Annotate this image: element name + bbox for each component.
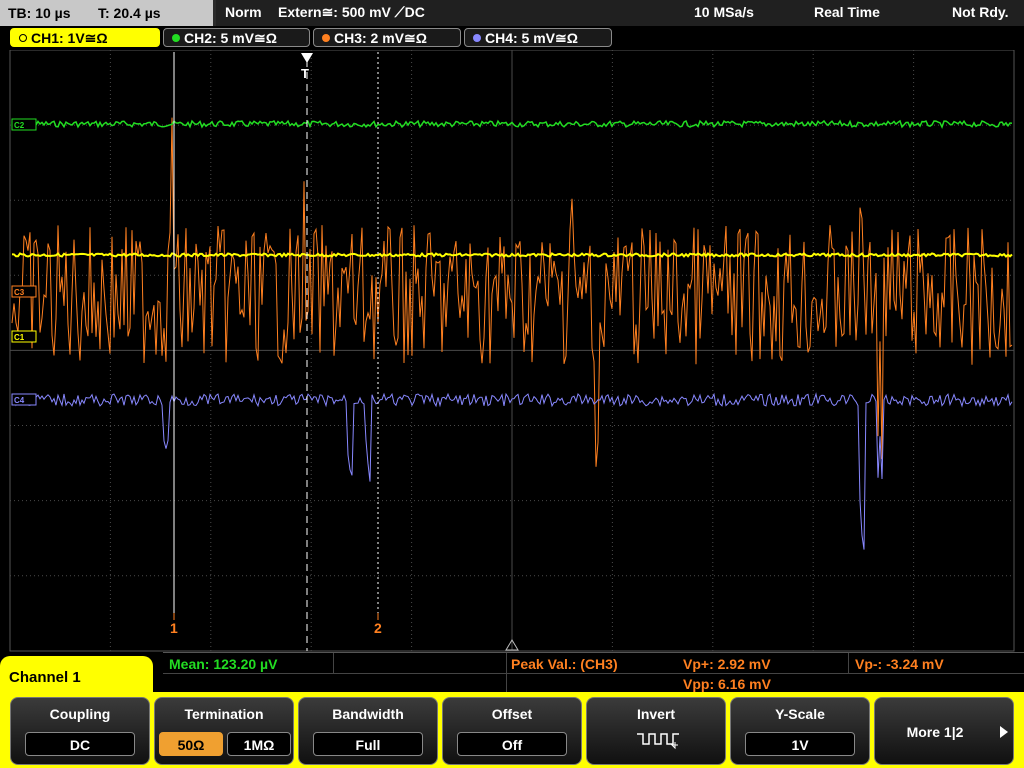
offset-softkey[interactable]: Offset Off xyxy=(442,697,582,765)
tab-ch2[interactable]: CH2: 5 mV≅Ω xyxy=(163,28,310,47)
run-status: Not Rdy. xyxy=(952,4,1009,20)
status-bar: TB: 10 µs T: 20.4 µs Norm Extern≅: 500 m… xyxy=(0,0,1024,26)
channel-tabs: CH1: 1V≅Ω CH2: 5 mV≅Ω CH3: 2 mV≅Ω CH4: 5… xyxy=(0,26,1024,50)
yscale-value[interactable]: 1V xyxy=(745,732,855,756)
invert-label: Invert xyxy=(636,706,676,722)
bandwidth-label: Bandwidth xyxy=(332,706,404,722)
invert-waveform-icon xyxy=(637,733,679,750)
ch2-marker-text: C2 xyxy=(14,121,25,130)
vp-plus-readout: Vp+: 2.92 mV xyxy=(683,656,771,672)
tab-ch2-label: CH2: 5 mV≅Ω xyxy=(184,30,277,46)
yscale-label: Y-Scale xyxy=(775,706,825,722)
peak-value-title: Peak Val.: (CH3) xyxy=(511,656,618,672)
ch2-offset-marker[interactable]: C2 xyxy=(11,118,37,131)
acquisition-mode: Real Time xyxy=(814,4,880,20)
cursor-2-label: 2 xyxy=(374,620,382,636)
termination-1m-ohm-option[interactable]: 1MΩ xyxy=(227,732,291,756)
tab-ch1[interactable]: CH1: 1V≅Ω xyxy=(10,28,160,47)
tab-ch4[interactable]: CH4: 5 mV≅Ω xyxy=(464,28,612,47)
vpp-readout: Vpp: 6.16 mV xyxy=(683,676,771,692)
tab-ch3-label: CH3: 2 mV≅Ω xyxy=(334,30,427,46)
timebase-readout: TB: 10 µs xyxy=(8,5,71,21)
ch4-indicator-icon xyxy=(473,34,481,42)
trigger-mode: Norm xyxy=(225,4,262,20)
offset-value[interactable]: Off xyxy=(457,732,567,756)
yscale-softkey[interactable]: Y-Scale 1V xyxy=(730,697,870,765)
mean-readout: Mean: 123.20 µV xyxy=(169,656,278,672)
ch2-indicator-icon xyxy=(172,34,180,42)
tab-ch1-label: CH1: 1V≅Ω xyxy=(31,30,108,46)
bandwidth-value[interactable]: Full xyxy=(313,732,423,756)
bandwidth-softkey[interactable]: Bandwidth Full xyxy=(298,697,438,765)
ch3-indicator-icon xyxy=(322,34,330,42)
more-softkey[interactable]: More 1|2 xyxy=(874,697,1014,765)
termination-softkey[interactable]: Termination 50Ω 1MΩ xyxy=(154,697,294,765)
next-page-arrow-icon xyxy=(1000,726,1008,738)
vp-minus-readout: Vp-: -3.24 mV xyxy=(855,656,944,672)
termination-label: Termination xyxy=(184,706,264,722)
trigger-panel[interactable]: Norm Extern≅: 500 mV ⟋DC 10 MSa/s Real T… xyxy=(216,0,1024,26)
ch3-offset-marker[interactable]: C3 xyxy=(11,285,37,298)
cursor-1-label: 1 xyxy=(170,620,178,636)
sample-rate: 10 MSa/s xyxy=(694,4,754,20)
offset-label: Offset xyxy=(491,706,533,722)
ch1-marker-text: C1 xyxy=(14,333,25,342)
waveform-display[interactable]: 1 2 T C2 C3 C1 C4 xyxy=(0,50,1024,652)
trigger-time-readout: T: 20.4 µs xyxy=(98,5,161,21)
ch1-indicator-icon xyxy=(19,34,27,42)
more-label: More 1|2 xyxy=(906,724,964,740)
trigger-source: Extern≅: 500 mV ⟋DC xyxy=(278,4,425,20)
coupling-value[interactable]: DC xyxy=(25,732,135,756)
trigger-marker-label: T xyxy=(301,66,309,81)
measurement-panel[interactable]: Mean: 123.20 µV Peak Val.: (CH3) Vp+: 2.… xyxy=(163,652,1024,693)
ch4-marker-text: C4 xyxy=(14,396,25,405)
termination-50-ohm-option[interactable]: 50Ω xyxy=(159,732,223,756)
invert-softkey[interactable]: Invert xyxy=(586,697,726,765)
tab-ch4-label: CH4: 5 mV≅Ω xyxy=(485,30,578,46)
coupling-label: Coupling xyxy=(49,706,111,722)
ch4-offset-marker[interactable]: C4 xyxy=(11,393,37,406)
coupling-softkey[interactable]: Coupling DC xyxy=(10,697,150,765)
ch3-marker-text: C3 xyxy=(14,288,25,297)
ch1-offset-marker[interactable]: C1 xyxy=(11,330,37,343)
timebase-panel[interactable]: TB: 10 µs T: 20.4 µs xyxy=(0,0,213,26)
tab-ch3[interactable]: CH3: 2 mV≅Ω xyxy=(313,28,461,47)
